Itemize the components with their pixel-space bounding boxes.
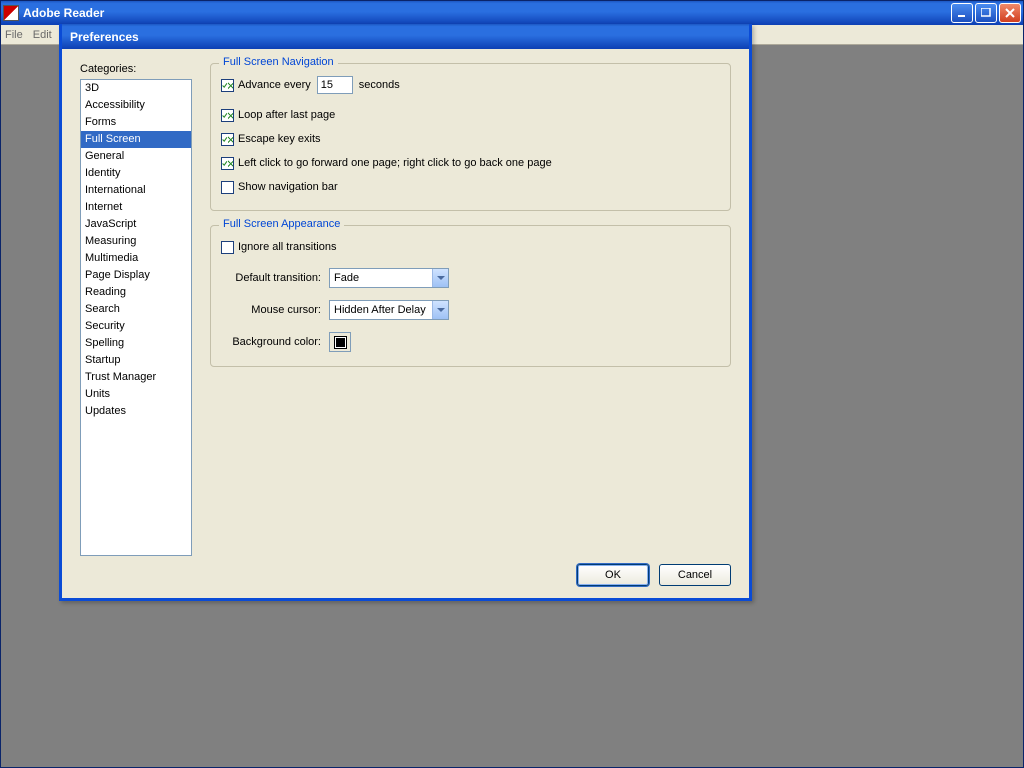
advance-every-checkbox[interactable] [221, 79, 234, 92]
chevron-down-icon [432, 301, 448, 319]
loop-checkbox[interactable] [221, 109, 234, 122]
chevron-down-icon [432, 269, 448, 287]
ok-button[interactable]: OK [577, 564, 649, 586]
background-color-picker[interactable] [329, 332, 351, 352]
dialog-body: Categories: 3DAccessibilityFormsFull Scr… [62, 49, 749, 598]
category-item[interactable]: Spelling [81, 335, 191, 352]
dialog-button-row: OK Cancel [80, 556, 731, 588]
ignore-transitions-checkbox[interactable] [221, 241, 234, 254]
show-navbar-checkbox[interactable] [221, 181, 234, 194]
category-item[interactable]: Identity [81, 165, 191, 182]
select-value: Fade [334, 272, 359, 284]
background-color-label: Background color: [221, 336, 321, 348]
category-item[interactable]: Measuring [81, 233, 191, 250]
show-navbar-label: Show navigation bar [238, 181, 338, 193]
minimize-button[interactable] [951, 3, 973, 23]
category-item[interactable]: Security [81, 318, 191, 335]
default-transition-select[interactable]: Fade [329, 268, 449, 288]
advance-seconds-input[interactable] [317, 76, 353, 94]
category-item[interactable]: Multimedia [81, 250, 191, 267]
category-item[interactable]: Reading [81, 284, 191, 301]
menu-file[interactable]: File [5, 29, 23, 41]
full-screen-navigation-group: Full Screen Navigation Advance every sec… [210, 63, 731, 211]
escape-label: Escape key exits [238, 133, 321, 145]
cancel-button[interactable]: Cancel [659, 564, 731, 586]
group-legend: Full Screen Appearance [219, 218, 344, 230]
category-item[interactable]: Trust Manager [81, 369, 191, 386]
click-nav-checkbox[interactable] [221, 157, 234, 170]
app-icon [3, 5, 19, 21]
select-value: Hidden After Delay [334, 304, 426, 316]
category-item[interactable]: Startup [81, 352, 191, 369]
category-item[interactable]: JavaScript [81, 216, 191, 233]
seconds-label: seconds [359, 79, 400, 91]
category-item[interactable]: Internet [81, 199, 191, 216]
app-title: Adobe Reader [23, 6, 104, 20]
ignore-transitions-label: Ignore all transitions [238, 241, 336, 253]
color-swatch-inner [334, 336, 347, 349]
category-item[interactable]: Accessibility [81, 97, 191, 114]
category-list[interactable]: 3DAccessibilityFormsFull ScreenGeneralId… [80, 79, 192, 556]
mouse-cursor-label: Mouse cursor: [221, 304, 321, 316]
close-button[interactable] [999, 3, 1021, 23]
category-item[interactable]: Units [81, 386, 191, 403]
category-item[interactable]: Updates [81, 403, 191, 420]
dialog-titlebar: Preferences [62, 24, 749, 49]
mouse-cursor-select[interactable]: Hidden After Delay [329, 300, 449, 320]
category-item[interactable]: International [81, 182, 191, 199]
category-item[interactable]: Search [81, 301, 191, 318]
dialog-title: Preferences [70, 30, 139, 44]
advance-every-label: Advance every [238, 79, 311, 91]
maximize-button[interactable] [975, 3, 997, 23]
click-nav-label: Left click to go forward one page; right… [238, 157, 552, 169]
app-titlebar: Adobe Reader [1, 1, 1023, 25]
default-transition-label: Default transition: [221, 272, 321, 284]
category-item[interactable]: Full Screen [81, 131, 191, 148]
menu-edit[interactable]: Edit [33, 29, 52, 41]
preferences-dialog: Preferences Categories: 3DAccessibilityF… [59, 24, 752, 601]
loop-label: Loop after last page [238, 109, 335, 121]
category-item[interactable]: 3D [81, 80, 191, 97]
escape-checkbox[interactable] [221, 133, 234, 146]
group-legend: Full Screen Navigation [219, 56, 338, 68]
category-item[interactable]: Forms [81, 114, 191, 131]
category-item[interactable]: Page Display [81, 267, 191, 284]
categories-label: Categories: [80, 63, 192, 75]
category-item[interactable]: General [81, 148, 191, 165]
full-screen-appearance-group: Full Screen Appearance Ignore all transi… [210, 225, 731, 367]
